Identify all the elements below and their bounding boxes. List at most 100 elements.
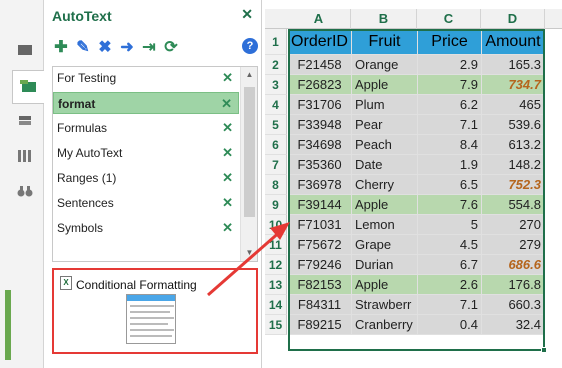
table-cell[interactable]: Apple [352, 275, 418, 295]
table-cell[interactable]: Date [352, 155, 418, 175]
row-header[interactable]: 3 [265, 75, 287, 95]
fill-handle[interactable] [541, 347, 547, 353]
row-header[interactable]: 1 [265, 29, 287, 55]
header-cell[interactable]: Amount [482, 29, 545, 55]
column-header[interactable]: C [417, 9, 481, 29]
table-cell[interactable]: 148.2 [482, 155, 545, 175]
row-header[interactable]: 15 [265, 315, 287, 335]
row-header[interactable]: 8 [265, 175, 287, 195]
table-cell[interactable]: 7.6 [418, 195, 482, 215]
table-cell[interactable]: 6.5 [418, 175, 482, 195]
preview-thumbnail[interactable] [126, 294, 176, 344]
list-item[interactable]: Sentences ✕ [53, 192, 239, 214]
row-header[interactable]: 11 [265, 235, 287, 255]
remove-icon[interactable]: ✕ [222, 67, 233, 89]
table-cell[interactable]: F39144 [288, 195, 352, 215]
column-header[interactable]: A [287, 9, 351, 29]
table-cell[interactable]: Cherry [352, 175, 418, 195]
column-header[interactable]: B [351, 9, 417, 29]
remove-icon[interactable]: ✕ [222, 192, 233, 214]
table-cell[interactable]: 2.6 [418, 275, 482, 295]
insert-icon[interactable]: ➜ [118, 38, 136, 56]
list-item[interactable]: Formulas ✕ [53, 117, 239, 139]
list-item[interactable]: Ranges (1) ✕ [53, 167, 239, 189]
table-cell[interactable]: F79246 [288, 255, 352, 275]
edit-icon[interactable]: ✎ [74, 38, 92, 56]
remove-icon[interactable]: ✕ [222, 167, 233, 189]
table-cell[interactable]: 2.9 [418, 55, 482, 75]
table-cell[interactable]: 465 [482, 95, 545, 115]
table-cell[interactable]: 279 [482, 235, 545, 255]
table-cell[interactable]: Apple [352, 195, 418, 215]
remove-icon[interactable]: ✕ [221, 93, 232, 115]
table-cell[interactable]: 5 [418, 215, 482, 235]
remove-icon[interactable]: ✕ [222, 117, 233, 139]
table-cell[interactable]: Peach [352, 135, 418, 155]
row-header[interactable]: 6 [265, 135, 287, 155]
tab-comment-icon[interactable] [10, 40, 40, 62]
table-cell[interactable]: 7.1 [418, 115, 482, 135]
table-cell[interactable]: Orange [352, 55, 418, 75]
row-header[interactable]: 13 [265, 275, 287, 295]
table-cell[interactable]: F36978 [288, 175, 352, 195]
table-cell[interactable]: F89215 [288, 315, 352, 335]
table-cell[interactable]: 8.4 [418, 135, 482, 155]
column-header[interactable]: D [481, 9, 545, 29]
table-cell[interactable]: 613.2 [482, 135, 545, 155]
table-cell[interactable]: 6.7 [418, 255, 482, 275]
remove-icon[interactable]: ✕ [222, 217, 233, 239]
row-header[interactable]: 10 [265, 215, 287, 235]
list-scrollbar[interactable]: ▲ ▼ [240, 67, 257, 261]
table-cell[interactable]: 32.4 [482, 315, 545, 335]
row-header[interactable]: 12 [265, 255, 287, 275]
table-cell[interactable]: 0.4 [418, 315, 482, 335]
scroll-thumb[interactable] [244, 87, 255, 217]
table-cell[interactable]: 7.1 [418, 295, 482, 315]
table-cell[interactable]: 686.6 [482, 255, 545, 275]
table-cell[interactable]: Plum [352, 95, 418, 115]
row-header[interactable]: 5 [265, 115, 287, 135]
row-header[interactable]: 9 [265, 195, 287, 215]
list-item[interactable]: Symbols ✕ [53, 217, 239, 239]
tab-layers-icon[interactable] [10, 110, 40, 132]
list-item[interactable]: format ✕ [53, 92, 239, 114]
export-icon[interactable]: ⇥ [140, 38, 158, 56]
table-cell[interactable]: 176.8 [482, 275, 545, 295]
row-header[interactable]: 14 [265, 295, 287, 315]
remove-icon[interactable]: ✕ [222, 142, 233, 164]
table-cell[interactable]: Strawberr [352, 295, 418, 315]
delete-icon[interactable]: ✖ [96, 38, 114, 56]
row-header[interactable]: 2 [265, 55, 287, 75]
table-cell[interactable]: F21458 [288, 55, 352, 75]
header-cell[interactable]: Price [418, 29, 482, 55]
table-cell[interactable]: Grape [352, 235, 418, 255]
table-cell[interactable]: F26823 [288, 75, 352, 95]
table-cell[interactable]: 734.7 [482, 75, 545, 95]
add-icon[interactable]: ✚ [52, 38, 70, 56]
tab-autotext-icon[interactable] [12, 70, 45, 104]
table-cell[interactable]: 539.6 [482, 115, 545, 135]
table-cell[interactable]: Pear [352, 115, 418, 135]
table-cell[interactable]: Apple [352, 75, 418, 95]
table-cell[interactable]: 4.5 [418, 235, 482, 255]
tab-columns-icon[interactable] [10, 145, 40, 167]
table-cell[interactable]: 165.3 [482, 55, 545, 75]
table-cell[interactable]: 270 [482, 215, 545, 235]
close-icon[interactable]: ✕ [241, 6, 253, 23]
row-header[interactable]: 4 [265, 95, 287, 115]
table-cell[interactable]: F33948 [288, 115, 352, 135]
table-cell[interactable]: 752.3 [482, 175, 545, 195]
table-cell[interactable]: Durian [352, 255, 418, 275]
table-cell[interactable]: F82153 [288, 275, 352, 295]
table-cell[interactable]: F31706 [288, 95, 352, 115]
scroll-down-icon[interactable]: ▼ [241, 245, 258, 261]
row-header[interactable]: 7 [265, 155, 287, 175]
table-cell[interactable]: F71031 [288, 215, 352, 235]
table-cell[interactable]: 660.3 [482, 295, 545, 315]
table-cell[interactable]: 6.2 [418, 95, 482, 115]
table-cell[interactable]: 7.9 [418, 75, 482, 95]
table-cell[interactable]: 554.8 [482, 195, 545, 215]
table-cell[interactable]: 1.9 [418, 155, 482, 175]
help-icon[interactable]: ? [242, 38, 258, 54]
tab-binoculars-icon[interactable] [10, 180, 40, 202]
